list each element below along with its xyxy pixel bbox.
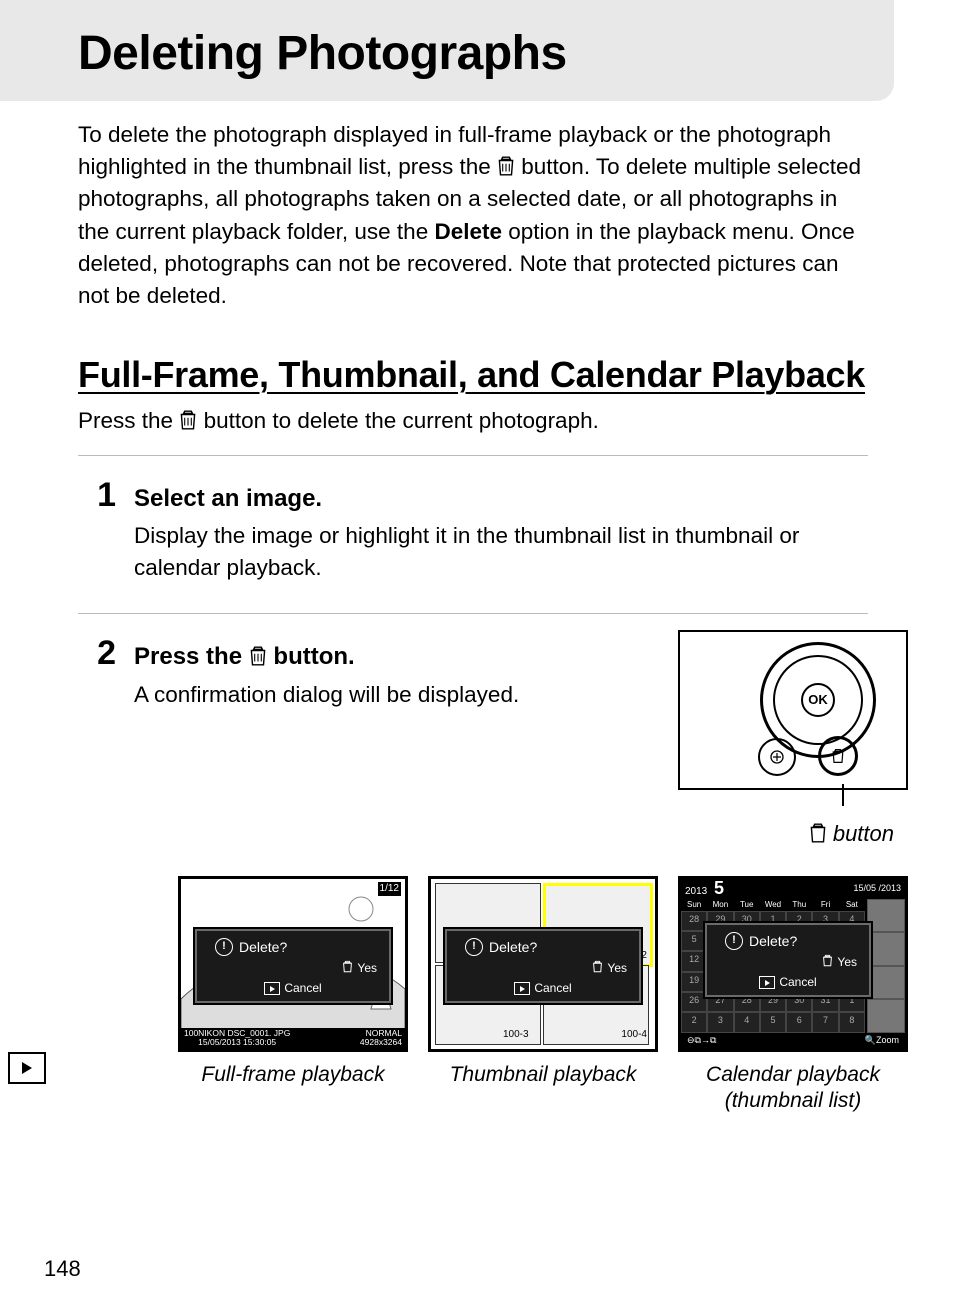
calendar-dow: Sun Mon Tue Wed Thu Fri Sat	[681, 899, 865, 910]
intro-paragraph: To delete the photograph displayed in fu…	[78, 119, 868, 312]
screenshots-row: 1/12 ! Delete? Yes Cancel 100NIKON DSC_00…	[178, 876, 908, 1115]
dialog-question: Delete?	[489, 937, 537, 957]
step-text: A confirmation dialog will be displayed.	[134, 679, 660, 711]
divider	[78, 613, 868, 614]
step2-title-a: Press the	[134, 643, 249, 670]
dow-cell: Fri	[812, 899, 838, 910]
cal-month: 5	[714, 878, 724, 898]
dow-cell: Tue	[734, 899, 760, 910]
shot-calendar: 2013 5 15/05 /2013 Sun Mon Tue Wed Thu F	[678, 876, 908, 1115]
playback-icon	[514, 982, 530, 995]
dialog-question: Delete?	[239, 937, 287, 957]
warning-icon: !	[215, 938, 233, 956]
trash-icon	[822, 954, 833, 972]
dow-cell: Thu	[786, 899, 812, 910]
date-cell: 6	[786, 1012, 812, 1032]
delete-dialog: ! Delete? Yes Cancel	[445, 929, 641, 1003]
playback-icon	[759, 976, 775, 989]
diagram-caption: button	[678, 818, 894, 849]
shot-fullframe: 1/12 ! Delete? Yes Cancel 100NIKON DSC_00…	[178, 876, 408, 1115]
step-text: Display the image or highlight it in the…	[134, 520, 868, 583]
dialog-cancel: Cancel	[779, 974, 816, 991]
lead-b: button to delete the current photograph.	[204, 408, 599, 433]
zoom-out-icon: ⊖⧉→⧉	[687, 1034, 716, 1047]
cal-year: 2013	[685, 886, 707, 897]
dialog-yes: Yes	[837, 954, 857, 971]
section-lead: Press the button to delete the current p…	[78, 405, 868, 437]
shot-thumbnail: 100-2 100-3 100-4 !Delete? Yes Cancel	[428, 876, 658, 1115]
section-heading: Full-Frame, Thumbnail, and Calendar Play…	[78, 352, 868, 399]
shot-caption: Full-frame playback	[178, 1062, 408, 1088]
step-2: 2 Press the button. A confirmation d	[78, 624, 868, 1132]
warning-icon: !	[725, 932, 743, 950]
step-1: 1 Select an image. Display the image or …	[78, 466, 868, 601]
shot-caption: Calendar playback (thumbnail list)	[678, 1062, 908, 1115]
page-number: 148	[44, 1256, 81, 1282]
trash-icon	[249, 643, 274, 670]
camera-diagram: OK	[678, 630, 908, 790]
dialog-yes: Yes	[607, 960, 627, 977]
magnify-icon: 🔍	[865, 1035, 876, 1045]
step-number: 2	[88, 636, 116, 1114]
step-title: Press the button.	[134, 640, 660, 674]
date-cell: 5	[760, 1012, 786, 1032]
dialog-question: Delete?	[749, 931, 797, 951]
date-cell: 7	[812, 1012, 838, 1032]
date-cell: 19	[681, 972, 707, 992]
step-number: 1	[88, 478, 116, 583]
thumb-label: 100-3	[503, 1028, 529, 1042]
manual-page: Deleting Photographs To delete the photo…	[0, 0, 954, 1314]
step-title: Select an image.	[134, 482, 868, 516]
date-cell: 4	[734, 1012, 760, 1032]
callout-line	[842, 784, 844, 806]
photo-metadata: 100NIKON DSC_0001. JPG 15/05/2013 15:30:…	[181, 1028, 405, 1049]
trash-icon	[497, 154, 521, 179]
frame-counter: 1/12	[378, 882, 401, 896]
trash-icon	[179, 408, 203, 433]
shot-caption: Thumbnail playback	[428, 1062, 658, 1088]
steps-list: 1 Select an image. Display the image or …	[78, 466, 868, 1132]
date-cell: 28	[681, 911, 707, 931]
trash-icon	[342, 960, 353, 978]
intro-bold: Delete	[434, 219, 502, 244]
delete-dialog: ! Delete? Yes Cancel	[195, 929, 391, 1003]
date-cell: 26	[681, 992, 707, 1012]
dow-cell: Sat	[839, 899, 865, 910]
calendar-side-thumbs	[867, 899, 905, 1033]
delete-dialog: ! Delete? Yes Cancel	[705, 923, 871, 997]
zoom-label: Zoom	[876, 1035, 899, 1045]
ae-l-button-icon	[758, 738, 796, 776]
dialog-cancel: Cancel	[284, 980, 321, 997]
dow-cell: Wed	[760, 899, 786, 910]
header-band: Deleting Photographs	[0, 0, 894, 101]
date-cell: 5	[681, 931, 707, 951]
date-cell: 12	[681, 951, 707, 971]
calendar-header: 2013 5 15/05 /2013	[681, 879, 905, 899]
date-cell: 8	[839, 1012, 865, 1032]
diagram-caption-text: button	[833, 821, 894, 846]
date-cell: 2	[681, 1012, 707, 1032]
date-cell: 3	[707, 1012, 733, 1032]
body-content: To delete the photograph displayed in fu…	[0, 101, 954, 1132]
dow-cell: Sun	[681, 899, 707, 910]
calendar-footer: ⊖⧉→⧉ 🔍Zoom	[681, 1033, 905, 1049]
playback-icon	[264, 982, 280, 995]
page-title: Deleting Photographs	[78, 26, 894, 81]
playback-tab-icon	[8, 1052, 46, 1084]
step2-title-b: button.	[273, 643, 354, 670]
delete-button-icon	[818, 736, 858, 776]
divider	[78, 455, 868, 456]
trash-icon	[592, 960, 603, 978]
thumb-label: 100-4	[621, 1028, 647, 1042]
dialog-yes: Yes	[357, 960, 377, 977]
dialog-cancel: Cancel	[534, 980, 571, 997]
trash-icon	[809, 821, 833, 846]
meta-datetime: 15/05/2013 15:30:05	[184, 1038, 290, 1047]
meta-resolution: 4928x3264	[360, 1038, 402, 1047]
warning-icon: !	[465, 938, 483, 956]
lead-a: Press the	[78, 408, 179, 433]
ok-button-icon: OK	[801, 683, 835, 717]
cal-date-tag: 15/05 /2013	[853, 882, 901, 895]
dow-cell: Mon	[707, 899, 733, 910]
